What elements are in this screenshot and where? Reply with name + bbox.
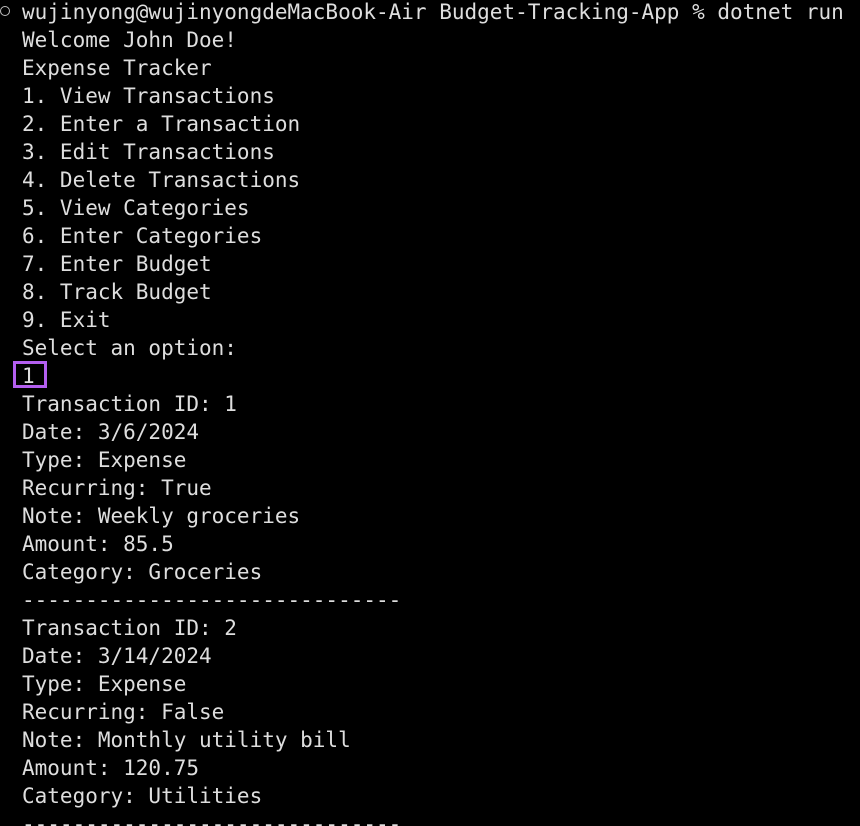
menu-item: 8. Track Budget [22, 280, 212, 304]
transaction-type: Type: Expense [22, 672, 187, 696]
transaction-amount: Amount: 120.75 [22, 756, 200, 780]
command-prompt-line: wujinyong@wujinyongdeMacBook-Air Budget-… [22, 0, 844, 24]
transaction-note: Note: Monthly utility bill [22, 728, 351, 752]
select-option-prompt: Select an option: [22, 336, 237, 360]
app-title: Expense Tracker [22, 56, 212, 80]
menu-item: 4. Delete Transactions [22, 168, 301, 192]
menu-item: 7. Enter Budget [22, 252, 212, 276]
transaction-id: Transaction ID: 1 [22, 392, 237, 416]
menu-item: 2. Enter a Transaction [22, 112, 301, 136]
menu-item: 6. Enter Categories [22, 224, 263, 248]
user-input-value[interactable]: 1 [22, 362, 35, 390]
transaction-recurring: Recurring: False [22, 700, 225, 724]
transaction-separator: ------------------------------ [22, 588, 402, 612]
transaction-type: Type: Expense [22, 448, 187, 472]
transaction-category: Category: Groceries [22, 560, 263, 584]
transaction-amount: Amount: 85.5 [22, 532, 174, 556]
transaction-note: Note: Weekly groceries [22, 504, 301, 528]
transaction-category: Category: Utilities [22, 784, 263, 808]
transaction-date: Date: 3/14/2024 [22, 644, 212, 668]
prompt-status-icon [0, 6, 10, 16]
transaction-id: Transaction ID: 2 [22, 616, 237, 640]
transaction-separator: ------------------------------ [22, 812, 402, 826]
welcome-message: Welcome John Doe! [22, 28, 237, 52]
transaction-date: Date: 3/6/2024 [22, 420, 200, 444]
menu-item: 1. View Transactions [22, 84, 275, 108]
transaction-recurring: Recurring: True [22, 476, 212, 500]
menu-item: 9. Exit [22, 308, 111, 332]
menu-item: 3. Edit Transactions [22, 140, 275, 164]
terminal-window[interactable]: wujinyong@wujinyongdeMacBook-Air Budget-… [0, 0, 860, 826]
menu-item: 5. View Categories [22, 196, 250, 220]
